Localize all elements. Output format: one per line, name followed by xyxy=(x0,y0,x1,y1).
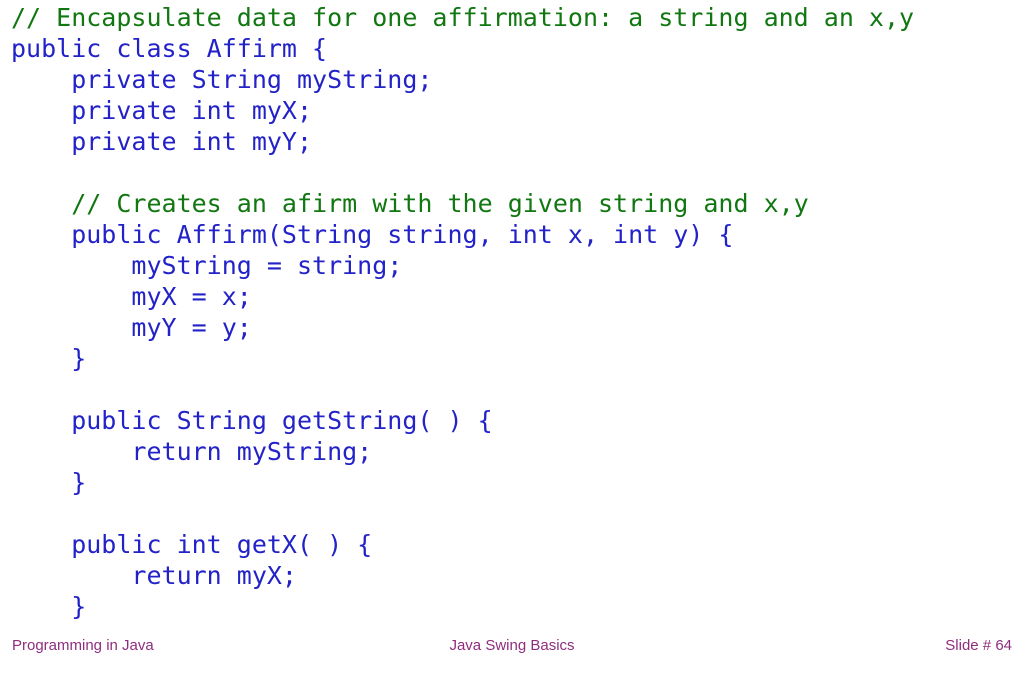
code-line: return myX; xyxy=(11,561,297,590)
code-line: myString = string; xyxy=(11,251,403,280)
java-code-listing: // Encapsulate data for one affirmation:… xyxy=(11,2,1013,622)
code-line: } xyxy=(11,468,87,497)
code-line: public String getString( ) { xyxy=(11,406,493,435)
code-line: public Affirm(String string, int x, int … xyxy=(11,220,734,249)
code-line: } xyxy=(11,592,87,621)
code-line: private int myY; xyxy=(11,127,313,156)
code-line: return myString; xyxy=(11,437,373,466)
slide-canvas: // Encapsulate data for one affirmation:… xyxy=(0,0,1024,686)
code-line: // Creates an afirm with the given strin… xyxy=(11,189,809,218)
code-line: myY = y; xyxy=(11,313,252,342)
code-line: } xyxy=(11,344,87,373)
code-line: public int getX( ) { xyxy=(11,530,373,559)
code-line: myX = x; xyxy=(11,282,252,311)
code-line: public class Affirm { xyxy=(11,34,328,63)
footer-topic-title: Java Swing Basics xyxy=(449,637,575,654)
slide-footer: Programming in Java Java Swing Basics Sl… xyxy=(0,633,1024,663)
code-line: private String myString; xyxy=(11,65,433,94)
code-line: private int myX; xyxy=(11,96,313,125)
footer-slide-number: Slide # 64 xyxy=(945,637,1012,654)
code-line: // Encapsulate data for one affirmation:… xyxy=(11,3,915,32)
